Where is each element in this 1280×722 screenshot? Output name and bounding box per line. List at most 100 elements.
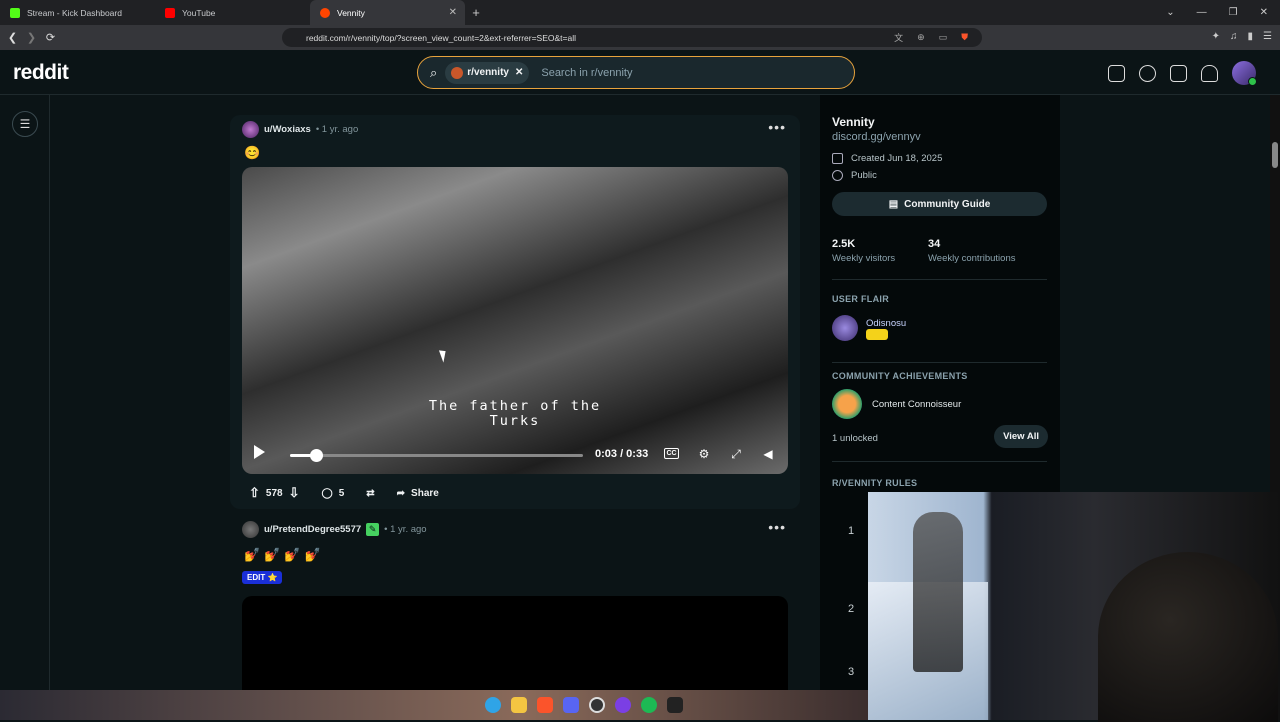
browser-tab-bar: Stream - Kick Dashboard YouTube Vennity … xyxy=(0,0,1280,25)
hamburger-menu-icon[interactable]: ☰ xyxy=(12,111,38,137)
spotify-icon[interactable] xyxy=(641,697,657,713)
community-guide-button[interactable]: ▤ Community Guide xyxy=(832,192,1047,216)
os-taskbar xyxy=(0,690,868,720)
seek-handle[interactable] xyxy=(310,449,324,462)
video-time: 0:03 / 0:33 xyxy=(595,448,649,460)
downvote-icon[interactable]: ⇩ xyxy=(289,485,300,501)
vote-group: ⇧ 578 ⇩ xyxy=(242,481,307,505)
comment-icon: ◯ xyxy=(321,487,333,499)
zoom-icon[interactable]: ⊕ xyxy=(917,32,925,43)
share-button[interactable]: ➦ Share xyxy=(390,481,446,505)
subreddit-chip[interactable]: r/vennity ✕ xyxy=(445,61,530,84)
crosspost-button[interactable]: ⇄ xyxy=(359,481,381,505)
tab-vennity[interactable]: Vennity ✕ xyxy=(310,0,465,25)
cast-icon[interactable]: ▭ xyxy=(939,32,948,43)
back-icon[interactable]: ❮ xyxy=(3,31,22,44)
extensions-icon[interactable]: ✦ xyxy=(1212,31,1220,42)
play-icon[interactable] xyxy=(254,445,265,459)
community-link[interactable]: discord.gg/vennyv xyxy=(832,131,921,143)
translate-icon[interactable]: 文 xyxy=(894,31,903,44)
create-post-icon[interactable] xyxy=(1170,64,1187,82)
notifications-icon[interactable] xyxy=(1201,64,1218,82)
edge-browser-icon[interactable] xyxy=(485,697,501,713)
reddit-logo[interactable]: reddit xyxy=(13,61,69,85)
post-meta: u/Woxiaxs • 1 yr. ago xyxy=(242,121,358,138)
brave-shield-icon[interactable]: ⛊ xyxy=(961,32,968,43)
post-card[interactable]: u/PretendDegree5577 ✎ • 1 yr. ago ••• 💅💅… xyxy=(230,515,800,696)
chip-remove-icon[interactable]: ✕ xyxy=(515,67,523,78)
divider xyxy=(832,461,1047,462)
video-player[interactable] xyxy=(242,596,788,696)
discord-icon[interactable] xyxy=(563,697,579,713)
extensions-bar: ✦ ♫ ▮ ☰ xyxy=(1212,31,1272,42)
url-actions: 文 ⊕ ▭ ⛊ xyxy=(894,28,982,47)
view-all-button[interactable]: View All xyxy=(994,425,1048,448)
header-actions xyxy=(1108,61,1257,86)
youtube-favicon-icon xyxy=(165,7,175,18)
chat-icon[interactable] xyxy=(1139,64,1156,82)
media-icon[interactable]: ♫ xyxy=(1230,31,1238,42)
flair-badge-icon xyxy=(866,329,888,340)
edit-flair: EDIT ⭐ xyxy=(242,571,283,584)
rule-number[interactable]: 3 xyxy=(848,666,854,678)
obs-icon[interactable] xyxy=(589,697,605,713)
rule-number[interactable]: 1 xyxy=(848,525,854,537)
scrollbar-thumb[interactable] xyxy=(1272,142,1278,168)
brave-browser-icon[interactable] xyxy=(537,697,553,713)
created-date: Created Jun 18, 2025 xyxy=(851,153,943,164)
url-field[interactable]: reddit.com/r/vennity/top/?screen_view_co… xyxy=(282,28,982,47)
user-avatar[interactable] xyxy=(1232,61,1257,86)
flair-avatar xyxy=(832,315,858,341)
divider xyxy=(832,362,1047,363)
user-avatar-icon[interactable] xyxy=(242,521,259,538)
comments-button[interactable]: ◯ 5 xyxy=(315,481,352,505)
tab-search-icon[interactable]: ⌄ xyxy=(1166,7,1174,18)
post-author[interactable]: u/PretendDegree5577 xyxy=(264,524,361,535)
tab-youtube[interactable]: YouTube xyxy=(155,0,310,25)
tab-close-icon[interactable]: ✕ xyxy=(449,7,457,18)
tab-kick[interactable]: Stream - Kick Dashboard xyxy=(0,0,155,25)
settings-gear-icon[interactable]: ⚙ xyxy=(697,447,711,461)
video-player[interactable]: The father of the Turks 0:03 / 0:33 CC ⚙… xyxy=(242,167,788,474)
new-tab-icon[interactable]: + xyxy=(465,0,487,25)
globe-icon xyxy=(832,170,843,181)
post-meta: u/PretendDegree5577 ✎ • 1 yr. ago xyxy=(242,521,427,538)
user-flair-icon: ✎ xyxy=(366,523,380,536)
reddit-favicon-icon xyxy=(320,7,330,18)
close-window-icon[interactable]: ✕ xyxy=(1260,7,1268,18)
forward-icon[interactable]: ❯ xyxy=(22,31,41,44)
search-bar[interactable]: ⌕ r/vennity ✕ Search in r/vennity xyxy=(417,56,855,89)
minimize-icon[interactable]: — xyxy=(1197,7,1207,18)
url-text: reddit.com/r/vennity/top/?screen_view_co… xyxy=(306,32,577,43)
post-age: • 1 yr. ago xyxy=(315,124,359,135)
achievement-badge-icon xyxy=(832,389,862,419)
sidebar-icon[interactable]: ▮ xyxy=(1248,31,1254,42)
user-avatar-icon[interactable] xyxy=(242,121,259,138)
maximize-icon[interactable]: ❐ xyxy=(1229,7,1238,18)
cake-icon xyxy=(832,153,843,164)
seek-bar[interactable] xyxy=(290,449,583,462)
more-options-icon[interactable]: ••• xyxy=(768,519,786,535)
rule-number[interactable]: 2 xyxy=(848,603,854,615)
rules-heading: R/VENNITY RULES xyxy=(832,478,918,488)
post-author[interactable]: u/Woxiaxs xyxy=(264,124,311,135)
volume-icon[interactable]: ◀ xyxy=(761,447,775,461)
upvote-icon[interactable]: ⇧ xyxy=(249,485,260,501)
community-name: Vennity xyxy=(832,115,875,129)
file-explorer-icon[interactable] xyxy=(511,697,527,713)
app-icon[interactable] xyxy=(615,697,631,713)
reload-icon[interactable]: ⟳ xyxy=(41,31,60,44)
achievement-row[interactable]: Content Connoisseur xyxy=(832,389,961,419)
crosspost-icon: ⇄ xyxy=(366,487,375,499)
webcam-person xyxy=(1098,552,1278,722)
more-options-icon[interactable]: ••• xyxy=(768,119,786,135)
stat-label: Weekly visitors xyxy=(832,253,896,264)
fullscreen-icon[interactable]: ⤢ xyxy=(729,447,743,461)
guide-label: Community Guide xyxy=(904,198,991,210)
post-card[interactable]: u/Woxiaxs • 1 yr. ago ••• 😊 The father o… xyxy=(230,115,800,509)
menu-icon[interactable]: ☰ xyxy=(1263,31,1272,42)
captions-icon[interactable]: CC xyxy=(664,448,679,459)
user-flair-row[interactable]: Odisnosu xyxy=(832,315,906,343)
advertise-icon[interactable] xyxy=(1108,64,1125,82)
terminal-icon[interactable] xyxy=(667,697,683,713)
